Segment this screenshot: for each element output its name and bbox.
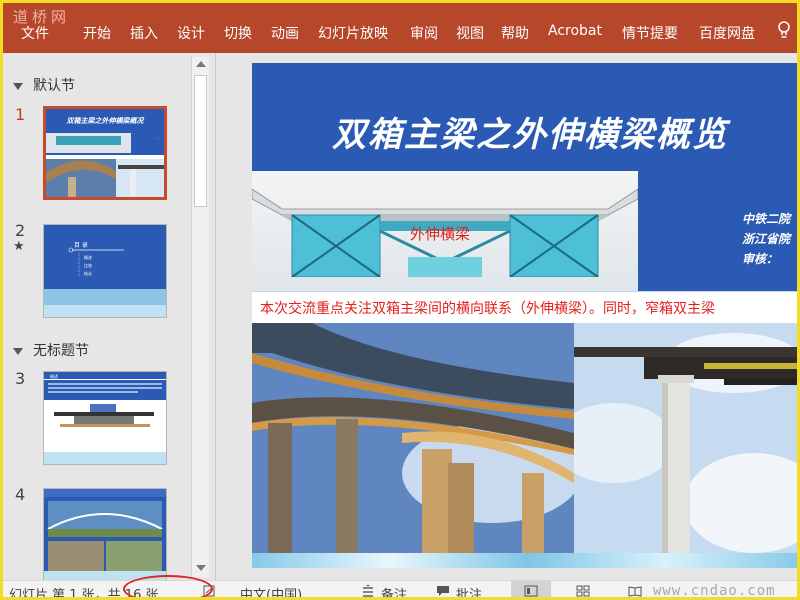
lightbulb-icon[interactable] [777,21,791,39]
thumb-2-item: 结论 [84,270,92,276]
tab-animations[interactable]: 动画 [271,23,299,43]
slide-thumbnail-3[interactable]: 概述 [43,371,167,465]
tab-acrobat[interactable]: Acrobat [548,23,602,39]
thumbnail-pane: 默认节 1 双箱主梁之外伸横梁概况 … 2 ★ 目 录 概述 比较 结论 无标题… [3,53,213,582]
powerpoint-window: 道桥网 文件 开始 插入 设计 切换 动画 幻灯片放映 审阅 视图 帮助 Acr… [0,0,800,600]
thumb-1-title: 双箱主梁之外伸横梁概况 [66,116,145,125]
slide-thumbnail-1[interactable]: 双箱主梁之外伸横梁概况 … [43,106,167,200]
tower-photo-graphic [574,323,797,553]
slide-sorter-icon[interactable] [576,585,590,597]
tower-crane-photo[interactable] [574,323,797,553]
slide-banner-text: 本次交流重点关注双箱主梁间的横向联系（外伸横梁）。同时，窄箱双主梁 [260,301,715,317]
thumbnail-scrollbar[interactable] [191,57,209,577]
slide-4-preview [44,489,166,581]
scroll-up-arrow-icon[interactable] [196,61,206,67]
tab-design[interactable]: 设计 [177,23,205,43]
bridge-cross-section-image[interactable]: 外伸横梁 [252,171,638,291]
slide-bottom-water-band [252,553,797,568]
slide-canvas[interactable]: 双箱主梁之外伸横梁概览 外伸横梁 中铁二院 浙江省院 审核： 本次交流重点关注双… [252,63,797,568]
thumb-2-item: 概述 [84,254,92,260]
highlight-ellipse [123,575,213,597]
section-default[interactable]: 默认节 [13,75,75,95]
overpass-photo-graphic [252,323,574,553]
org-line: 浙江省院 [742,232,791,246]
slide-thumbnail-2[interactable]: 目 录 概述 比较 结论 [43,224,167,318]
tab-storyboard[interactable]: 情节提要 [622,23,678,43]
collapse-triangle-icon[interactable] [13,347,23,355]
notes-icon[interactable] [361,585,375,597]
watermark-url: www.cndao.com [653,583,776,599]
org-line: 中铁二院 [742,212,791,226]
tab-help[interactable]: 帮助 [501,23,529,43]
pane-divider[interactable] [215,53,216,580]
normal-view-button[interactable] [511,581,551,597]
section-label: 无标题节 [33,343,89,359]
normal-view-icon [524,585,538,597]
comments-icon[interactable] [436,585,450,597]
scrollbar-thumb[interactable] [194,75,207,207]
language-status[interactable]: 中文(中国) [240,584,302,597]
thumb-1-org: … [156,136,159,140]
slide-2-preview: 目 录 概述 比较 结论 [44,225,166,317]
bridge-callout-label: 外伸横梁 [410,225,471,243]
org-line: 审核： [742,252,779,266]
ribbon: 道桥网 文件 开始 插入 设计 切换 动画 幻灯片放映 审阅 视图 帮助 Acr… [3,3,797,53]
collapse-triangle-icon[interactable] [13,82,23,90]
thumb-3-header: 概述 [50,373,58,379]
tab-review[interactable]: 审阅 [410,23,438,43]
star-icon: ★ [13,239,25,254]
tab-view[interactable]: 视图 [456,23,484,43]
thumb-2-item: 比较 [84,262,92,268]
slide-number: 4 [15,485,26,504]
section-label: 默认节 [33,78,75,94]
tab-slideshow[interactable]: 幻灯片放映 [318,23,388,43]
slide-title[interactable]: 双箱主梁之外伸横梁概览 [332,107,728,156]
tab-file[interactable]: 文件 [21,23,49,43]
section-untitled[interactable]: 无标题节 [13,340,89,360]
slide-number: 2 [15,221,26,240]
tab-insert[interactable]: 插入 [130,23,158,43]
slide-number: 3 [15,369,26,388]
slide-org-info[interactable]: 中铁二院 浙江省院 审核： [742,209,790,269]
tab-transitions[interactable]: 切换 [224,23,252,43]
slide-3-preview: 概述 [44,372,166,464]
slide-number: 1 [15,105,26,124]
notes-button[interactable]: 备注 [381,584,407,597]
slide-text-banner[interactable]: 本次交流重点关注双箱主梁间的横向联系（外伸横梁）。同时，窄箱双主梁 [252,291,797,323]
status-bar: 幻灯片 第 1 张，共 16 张 中文(中国) 备注 批注 www.cndao.… [3,580,797,599]
slide-1-preview: 双箱主梁之外伸横梁概况 … [46,109,164,197]
scroll-down-arrow-icon[interactable] [196,565,206,571]
reading-view-icon[interactable] [628,585,642,597]
tab-home[interactable]: 开始 [83,23,111,43]
overpass-photo[interactable] [252,323,574,553]
tab-baidu-netdisk[interactable]: 百度网盘 [699,23,755,43]
slide-thumbnail-4[interactable] [43,488,167,582]
comments-button[interactable]: 批注 [456,584,482,597]
thumb-2-heading: 目 录 [74,241,88,249]
